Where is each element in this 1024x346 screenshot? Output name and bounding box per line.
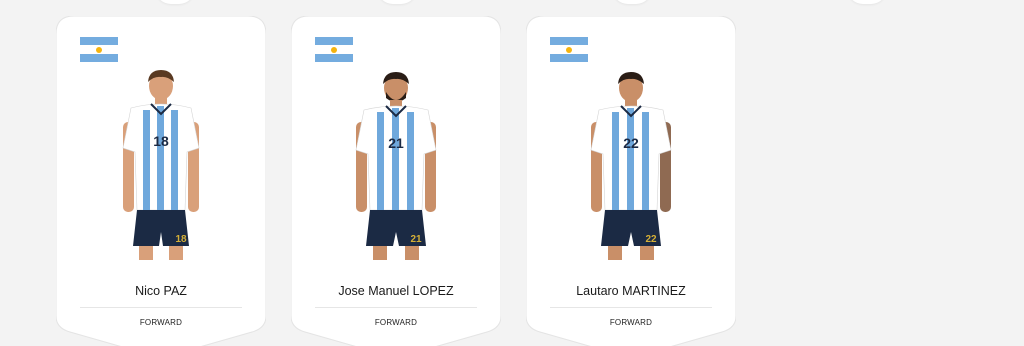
player-photo: 22 22	[590, 72, 672, 260]
previous-card-edge	[377, 0, 417, 4]
argentina-flag-icon	[550, 37, 588, 62]
jersey-number: 21	[388, 135, 404, 151]
player-photo: 21 21	[355, 72, 437, 260]
player-card[interactable]: 21 21 Jose Manuel LOPEZ FORWARD	[291, 16, 501, 346]
player-photo: 18 18	[122, 70, 200, 260]
previous-card-edge	[847, 0, 887, 4]
argentina-flag-icon	[80, 37, 118, 62]
previous-card-edge	[155, 0, 195, 4]
jersey-number: 22	[623, 135, 639, 151]
card-divider	[80, 307, 242, 308]
argentina-flag-icon	[315, 37, 353, 62]
shorts-number: 18	[175, 234, 187, 245]
shorts-number: 22	[645, 234, 657, 245]
previous-card-edge	[612, 0, 652, 4]
player-name: Jose Manuel LOPEZ	[338, 284, 454, 298]
player-card[interactable]: 18 18 Nico PAZ FORWARD	[56, 16, 266, 346]
card-divider	[550, 307, 712, 308]
card-divider	[315, 307, 477, 308]
shorts-number: 21	[410, 234, 422, 245]
player-position: FORWARD	[139, 318, 183, 327]
player-card[interactable]: 22 22 Lautaro MARTINEZ FORWARD	[526, 16, 736, 346]
player-position: FORWARD	[374, 318, 418, 327]
player-name: Lautaro MARTINEZ	[576, 284, 686, 298]
player-name: Nico PAZ	[135, 284, 187, 298]
jersey-number: 18	[153, 133, 169, 149]
player-position: FORWARD	[609, 318, 653, 327]
